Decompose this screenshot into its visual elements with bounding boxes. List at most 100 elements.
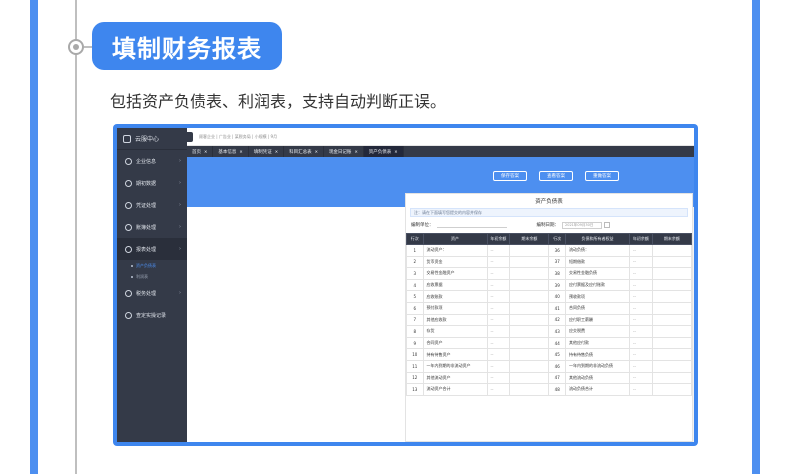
amount-input-cell[interactable] <box>651 336 693 350</box>
sidebar-item[interactable]: 期初数据 › <box>117 172 187 194</box>
close-icon[interactable]: ✕ <box>239 149 242 154</box>
table-cell: 短期借款 <box>564 255 631 269</box>
amount-input-cell[interactable] <box>509 255 550 269</box>
right-accent-bar <box>752 0 760 474</box>
amount-input-cell[interactable] <box>651 290 693 303</box>
table-row: 6 预付款项 -- 41 合同负债 -- <box>406 301 693 315</box>
amount-input-cell[interactable] <box>509 359 550 373</box>
amount-input-cell[interactable] <box>509 290 550 303</box>
amount-input-cell[interactable] <box>651 244 693 257</box>
amount-input-cell[interactable] <box>651 348 693 361</box>
close-icon[interactable]: ✕ <box>354 149 357 154</box>
table-row: 3 交易性金融资产 -- 38 交易性金融负债 -- <box>406 267 693 280</box>
close-icon[interactable]: ✕ <box>394 149 397 154</box>
close-icon[interactable]: ✕ <box>204 149 207 154</box>
close-icon[interactable]: ✕ <box>275 149 278 154</box>
table-row: 12 其他流动资产 -- 47 其他流动负债 -- <box>406 371 693 385</box>
unit-label: 编制单位： <box>411 223 434 228</box>
sidebar-item[interactable]: 税务处理 › <box>117 282 187 304</box>
table-cell: -- <box>629 267 653 280</box>
table-cell: 流动负债： <box>564 244 631 257</box>
bullet-icon <box>131 275 133 278</box>
amount-input-cell[interactable] <box>509 383 550 396</box>
chevron-icon: › <box>179 290 181 296</box>
table-cell: 持有待售负债 <box>564 348 631 361</box>
tab-label: 科目汇总表 <box>289 149 312 155</box>
table-cell: 36 <box>548 244 566 257</box>
table-cell: 应收票据 <box>422 278 488 292</box>
table-row: 8 存货 -- 43 应交税费 -- <box>406 325 693 338</box>
tab[interactable]: 首页 ✕ <box>187 146 214 157</box>
table-cell: -- <box>629 336 653 350</box>
sidebar-item[interactable]: 凭证处理 › <box>117 194 187 216</box>
amount-input-cell[interactable] <box>509 325 550 338</box>
table-cell: 应付票据及应付账款 <box>564 278 631 292</box>
table-cell: -- <box>629 290 653 303</box>
table-cell: 44 <box>548 336 566 350</box>
sidebar-item-label: 税务处理 <box>136 290 157 297</box>
table-cell: 合同资产 <box>422 336 488 350</box>
table-cell: 其他流动负债 <box>564 371 631 385</box>
table-row: 9 合同资产 -- 44 其他应付款 -- <box>406 336 693 350</box>
calendar-icon[interactable] <box>604 222 610 228</box>
amount-input-cell[interactable] <box>651 325 693 338</box>
tab[interactable]: 科目汇总表 ✕ <box>284 146 324 157</box>
sidebar-subitem[interactable]: 利润表 <box>117 271 187 282</box>
sidebar-subitem[interactable]: 资产负债表 <box>117 260 187 271</box>
action-button[interactable]: 保存答案 <box>493 171 527 181</box>
amount-input-cell[interactable] <box>651 267 693 280</box>
sidebar-item[interactable]: 账簿处理 › <box>117 216 187 238</box>
sidebar-item[interactable]: 企业信息 › <box>117 150 187 172</box>
amount-input-cell[interactable] <box>651 359 693 373</box>
amount-input-cell[interactable] <box>509 278 550 292</box>
amount-input-cell[interactable] <box>651 371 693 385</box>
table-cell: -- <box>486 267 511 280</box>
amount-input-cell[interactable] <box>509 336 550 350</box>
table-cell: 46 <box>548 359 566 373</box>
amount-input-cell[interactable] <box>651 278 693 292</box>
sheet-title: 资产负债表 <box>535 199 563 205</box>
amount-input-cell[interactable] <box>651 301 693 315</box>
sidebar-item-label: 期初数据 <box>136 180 157 187</box>
table-cell: 6 <box>406 301 424 315</box>
amount-input-cell[interactable] <box>509 301 550 315</box>
sidebar-brand[interactable]: 云服中心 <box>117 128 187 150</box>
tab[interactable]: 现金日记账 ✕ <box>324 146 364 157</box>
tab-label: 基本信息 <box>218 149 237 155</box>
table-cell: -- <box>486 313 511 327</box>
table-cell: 一年内到期的非流动资产 <box>422 359 488 373</box>
amount-input-cell[interactable] <box>509 313 550 327</box>
tab-label: 现金日记账 <box>328 149 352 155</box>
tab[interactable]: 基本信息 ✕ <box>213 146 249 157</box>
tab[interactable]: 填制凭证 ✕ <box>249 146 285 157</box>
table-cell: -- <box>486 244 511 257</box>
close-icon[interactable]: ✕ <box>315 149 318 154</box>
amount-input-cell[interactable] <box>651 255 693 269</box>
unit-input[interactable] <box>436 222 507 228</box>
sidebar-item[interactable]: 查定实操记录 <box>117 304 187 326</box>
table-cell: 41 <box>548 301 566 315</box>
amount-input-cell[interactable] <box>651 313 693 327</box>
table-cell: 其他应收款 <box>422 313 488 327</box>
sidebar-item-label: 查定实操记录 <box>136 312 167 319</box>
balance-sheet-panel: 资产负债表 注：请在下面填写您提交的内容并保存 编制单位： 编制日期： 2021… <box>405 193 693 442</box>
action-button[interactable]: 重做答案 <box>585 171 619 181</box>
chevron-icon: › <box>179 180 181 186</box>
table-cell: -- <box>629 371 653 385</box>
action-button[interactable]: 查看答案 <box>539 171 573 181</box>
menu-icon <box>125 289 132 297</box>
menu-icon <box>125 311 132 319</box>
date-input[interactable]: 2021年09月30日 <box>562 221 602 229</box>
table-cell: 其他应付款 <box>564 336 631 350</box>
amount-input-cell[interactable] <box>509 267 550 280</box>
menu-toggle-icon[interactable] <box>183 131 193 142</box>
tab[interactable]: 资产负债表 ✕ <box>363 146 404 157</box>
amount-input-cell[interactable] <box>509 371 550 385</box>
amount-input-cell[interactable] <box>509 348 550 361</box>
table-row: 2 货币资金 -- 37 短期借款 -- <box>406 255 693 269</box>
amount-input-cell[interactable] <box>651 383 693 396</box>
sidebar-item[interactable]: 报表处理 › <box>117 238 187 260</box>
amount-input-cell[interactable] <box>509 244 550 257</box>
menu-icon <box>125 245 132 253</box>
breadcrumb: 顾客企业 | 广告业 | 某税务局 | 小规模 | 9月 <box>199 133 278 139</box>
